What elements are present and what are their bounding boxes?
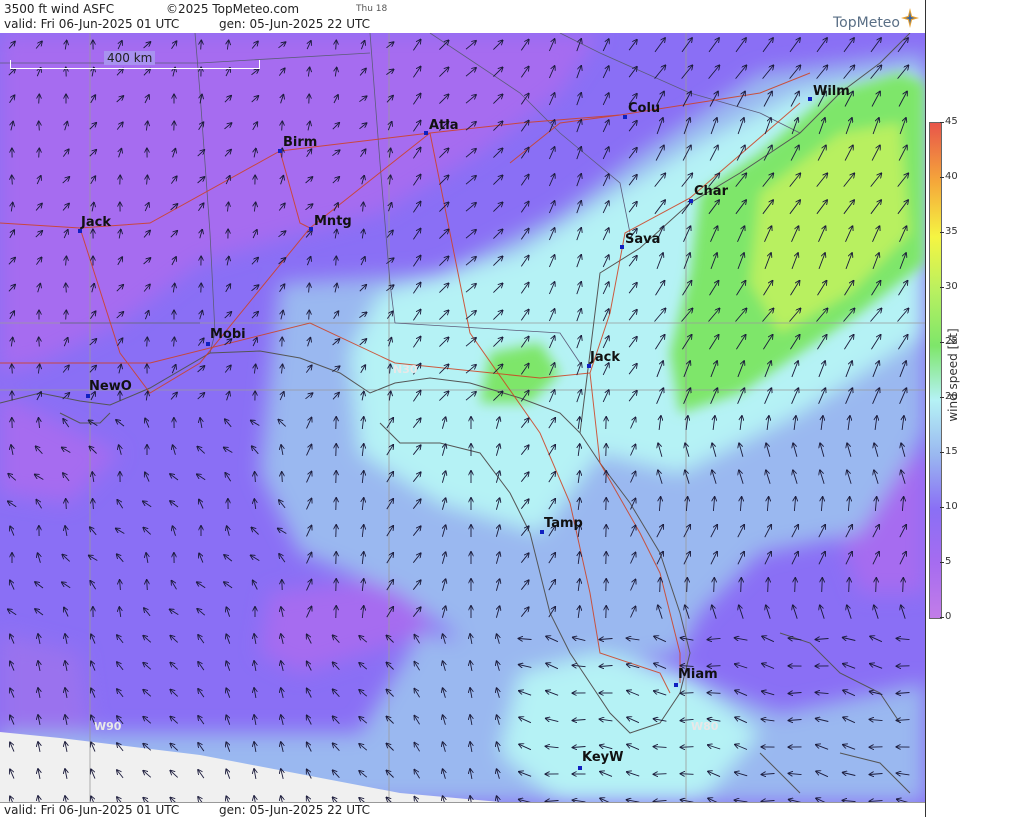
topmeteo-logo[interactable]: TopMeteo bbox=[833, 8, 923, 32]
wind-speed-colorbar bbox=[929, 122, 942, 619]
colorbar-tick-mark bbox=[940, 397, 944, 398]
footer-generated-time: gen: 05-Jun-2025 22 UTC bbox=[219, 803, 370, 817]
wind-arrow bbox=[687, 578, 688, 592]
footer-bar: valid: Fri 06-Jun-2025 01 UTC gen: 05-Ju… bbox=[0, 802, 925, 818]
city-marker bbox=[424, 131, 428, 135]
colorbar-tick-mark bbox=[940, 232, 944, 233]
wind-arrow bbox=[795, 578, 796, 592]
colorbar-tick-mark bbox=[940, 122, 944, 123]
colorbar-tick-mark bbox=[940, 287, 944, 288]
wind-arrow bbox=[147, 580, 148, 590]
colorbar-tick-label: 35 bbox=[945, 226, 958, 237]
colorbar-tick-label: 40 bbox=[945, 171, 958, 182]
wind-arrow bbox=[309, 311, 310, 320]
wind-arrow bbox=[660, 578, 661, 592]
wind-arrow bbox=[741, 578, 742, 592]
city-marker bbox=[206, 342, 210, 346]
grid-label-w90: W90 bbox=[94, 720, 121, 733]
wind-arrow bbox=[903, 578, 904, 592]
compass-star-icon bbox=[901, 8, 919, 28]
wind-arrow bbox=[66, 311, 67, 320]
wind-arrow bbox=[822, 578, 823, 592]
city-label-savannah: Sava bbox=[625, 232, 660, 247]
wind-arrow bbox=[768, 578, 769, 592]
city-marker bbox=[309, 227, 313, 231]
copyright: ©2025 TopMeteo.com bbox=[166, 2, 299, 16]
wind-arrow bbox=[201, 41, 202, 50]
header-bar: 3500 ft wind ASFC ©2025 TopMeteo.com Thu… bbox=[0, 0, 925, 33]
valid-time: valid: Fri 06-Jun-2025 01 UTC bbox=[4, 17, 179, 31]
city-label-charleston: Char bbox=[694, 184, 728, 199]
generated-time: gen: 05-Jun-2025 22 UTC bbox=[219, 17, 370, 31]
colorbar-tick-label: 5 bbox=[945, 556, 951, 567]
weekday-tag: Thu 18 bbox=[356, 4, 387, 14]
city-marker bbox=[278, 149, 282, 153]
wind-arrow bbox=[849, 578, 850, 592]
logo-text: TopMeteo bbox=[833, 15, 900, 31]
city-marker bbox=[623, 115, 627, 119]
colorbar-tick-label: 30 bbox=[945, 281, 958, 292]
city-marker bbox=[620, 245, 624, 249]
city-label-atlanta: Atla bbox=[429, 118, 459, 133]
colorbar-tick-mark bbox=[940, 177, 944, 178]
wind-arrow bbox=[336, 41, 337, 50]
map-title: 3500 ft wind ASFC bbox=[4, 2, 114, 16]
footer-valid-time: valid: Fri 06-Jun-2025 01 UTC bbox=[4, 803, 179, 817]
colorbar-label: wind speed [kt] bbox=[946, 315, 960, 435]
city-label-key-west: KeyW bbox=[582, 750, 623, 765]
wind-arrow bbox=[708, 693, 721, 694]
colorbar-tick-label: 0 bbox=[945, 611, 951, 622]
colorbar-tick-mark bbox=[940, 562, 944, 563]
wind-arrow bbox=[681, 747, 694, 748]
wind-arrow bbox=[714, 578, 715, 592]
city-label-tampa: Tamp bbox=[544, 516, 583, 531]
city-label-wilmington: Wilm bbox=[813, 84, 850, 99]
wind-arrow bbox=[336, 257, 337, 266]
city-marker bbox=[86, 394, 90, 398]
city-marker bbox=[808, 97, 812, 101]
wind-map[interactable]: N30 W90 W80 400 km Birm Atla Colu Wilm J… bbox=[0, 33, 925, 802]
wind-arrow bbox=[66, 499, 67, 509]
city-label-mobile: Mobi bbox=[210, 327, 246, 342]
wind-arrow bbox=[147, 338, 148, 347]
wind-arrow bbox=[39, 338, 40, 347]
legend-panel: 454035302520151050 wind speed [kt] bbox=[925, 0, 1017, 817]
wind-arrow bbox=[12, 365, 13, 374]
grid-label-lat: N30 bbox=[393, 363, 418, 376]
grid-label-w80: W80 bbox=[691, 720, 718, 733]
city-marker bbox=[689, 199, 693, 203]
city-marker bbox=[674, 683, 678, 687]
wind-arrow bbox=[39, 95, 40, 104]
scale-label: 400 km bbox=[104, 51, 155, 65]
colorbar-tick-label: 45 bbox=[945, 116, 958, 127]
city-label-birmingham: Birm bbox=[283, 135, 317, 150]
wind-arrow bbox=[39, 122, 40, 131]
city-label-new-orleans: NewO bbox=[89, 379, 132, 394]
city-label-jackson-ms: Jack bbox=[81, 215, 111, 230]
wind-arrow bbox=[282, 472, 283, 482]
city-label-jacksonville: Jack bbox=[590, 350, 620, 365]
colorbar-tick-mark bbox=[940, 617, 944, 618]
map-canvas bbox=[0, 33, 925, 802]
colorbar-tick-label: 15 bbox=[945, 446, 958, 457]
wind-arrow bbox=[654, 774, 667, 775]
colorbar-tick-mark bbox=[940, 507, 944, 508]
colorbar-tick-mark bbox=[940, 342, 944, 343]
wind-arrow bbox=[39, 149, 40, 158]
city-marker bbox=[578, 766, 582, 770]
city-label-miami: Miam bbox=[678, 667, 718, 682]
wind-arrow bbox=[681, 774, 694, 775]
wind-arrow bbox=[66, 284, 67, 293]
wind-arrow bbox=[12, 176, 13, 185]
wind-arrow bbox=[282, 122, 283, 131]
city-label-columbia: Colu bbox=[628, 101, 660, 116]
colorbar-tick-mark bbox=[940, 452, 944, 453]
wind-arrow bbox=[876, 578, 877, 592]
colorbar-tick-label: 10 bbox=[945, 501, 958, 512]
city-label-montgomery: Mntg bbox=[314, 214, 352, 229]
wind-arrow bbox=[681, 693, 694, 694]
